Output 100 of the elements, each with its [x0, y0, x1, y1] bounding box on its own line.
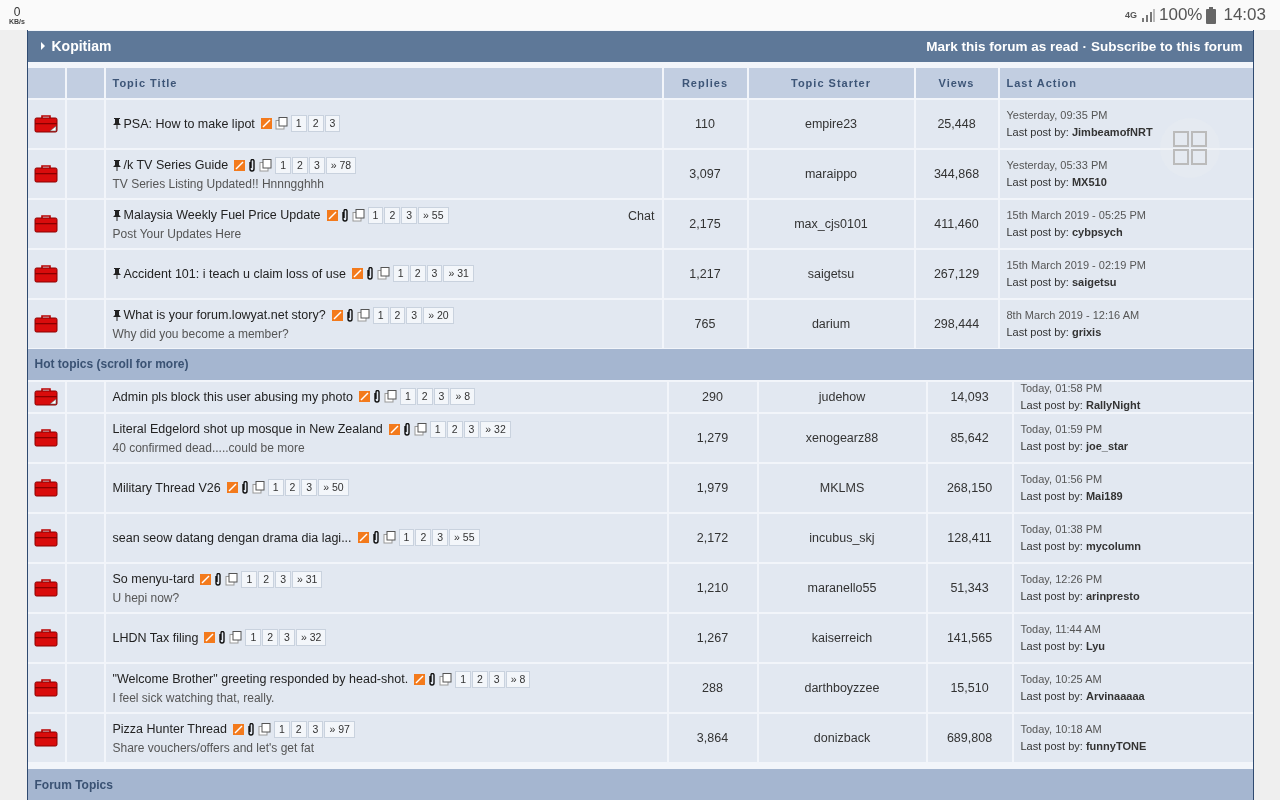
- mark-read-link[interactable]: Mark this forum as read: [926, 38, 1079, 54]
- new-post-icon[interactable]: [388, 423, 400, 435]
- topic-title-link[interactable]: /k TV Series Guide: [123, 158, 229, 173]
- topic-starter-link[interactable]: max_cjs0101: [748, 199, 914, 248]
- page-link[interactable]: 1: [267, 479, 284, 497]
- topic-title-link[interactable]: Malaysia Weekly Fuel Price Update: [123, 208, 321, 223]
- topic-starter-link[interactable]: darium: [748, 299, 914, 348]
- page-link[interactable]: 2: [415, 529, 432, 547]
- page-link[interactable]: 1: [399, 388, 416, 406]
- topic-starter-link[interactable]: donizback: [758, 713, 926, 762]
- new-post-icon[interactable]: [232, 723, 244, 735]
- topic-starter-link[interactable]: darthboyzzee: [758, 663, 926, 712]
- page-link[interactable]: 2: [416, 388, 433, 406]
- page-link[interactable]: 3: [275, 570, 291, 588]
- page-link[interactable]: » 78: [325, 156, 357, 174]
- column-header[interactable]: Last Action: [999, 67, 1253, 98]
- topic-starter-link[interactable]: saigetsu: [748, 249, 914, 298]
- page-link[interactable]: 3: [433, 388, 450, 406]
- column-header[interactable]: Replies: [663, 67, 747, 98]
- page-link[interactable]: 3: [488, 670, 505, 688]
- new-post-icon[interactable]: [414, 673, 426, 685]
- pages-icon: [225, 572, 239, 586]
- column-header[interactable]: Topic Starter: [748, 67, 914, 98]
- page-link[interactable]: 1: [429, 420, 446, 438]
- page-link[interactable]: » 31: [443, 265, 474, 283]
- topic-title-link[interactable]: Military Thread V26: [112, 480, 221, 495]
- page-link[interactable]: 1: [275, 156, 292, 174]
- page-link[interactable]: 1: [245, 629, 262, 647]
- topic-starter-link[interactable]: MKLMS: [758, 463, 926, 512]
- topic-starter-link[interactable]: maranello55: [758, 563, 926, 612]
- page-link[interactable]: 3: [279, 629, 295, 647]
- page-link[interactable]: 1: [392, 265, 409, 283]
- new-post-icon[interactable]: [351, 268, 363, 280]
- page-link[interactable]: 2: [389, 306, 406, 324]
- subscribe-link[interactable]: Subscribe to this forum: [1091, 38, 1243, 54]
- page-link[interactable]: 3: [401, 206, 418, 224]
- page-link[interactable]: » 20: [423, 306, 454, 324]
- topic-title-link[interactable]: Accident 101: i teach u claim loss of use: [123, 266, 346, 281]
- expand-arrow-icon[interactable]: [39, 42, 46, 51]
- page-link[interactable]: 3: [324, 115, 341, 133]
- page-link[interactable]: » 8: [505, 670, 531, 688]
- topic-title-link[interactable]: So menyu-tard: [112, 572, 195, 587]
- topic-title-link[interactable]: What is your forum.lowyat.net story?: [123, 308, 326, 323]
- page-link[interactable]: 3: [432, 529, 449, 547]
- page-link[interactable]: 2: [284, 479, 301, 497]
- page-link[interactable]: 3: [308, 156, 325, 174]
- page-link[interactable]: » 32: [295, 629, 327, 647]
- page-link[interactable]: 2: [409, 265, 426, 283]
- page-link[interactable]: 1: [455, 670, 471, 688]
- column-header[interactable]: Views: [915, 67, 998, 98]
- page-link[interactable]: 2: [307, 115, 324, 133]
- new-post-icon[interactable]: [226, 482, 238, 494]
- page-link[interactable]: 3: [406, 306, 423, 324]
- new-post-icon[interactable]: [200, 573, 212, 585]
- topic-title-link[interactable]: Literal Edgelord shot up mosque in New Zealand: [112, 422, 383, 437]
- page-link[interactable]: 1: [273, 720, 290, 738]
- page-link[interactable]: 3: [426, 265, 443, 283]
- page-link[interactable]: 1: [367, 206, 384, 224]
- page-link[interactable]: » 97: [324, 720, 355, 738]
- page-link[interactable]: 2: [262, 629, 279, 647]
- page-link[interactable]: 2: [384, 206, 401, 224]
- topic-title-link[interactable]: Admin pls block this user abusing my photo: [112, 389, 353, 404]
- topic-starter-link[interactable]: incubus_skj: [758, 513, 926, 562]
- topic-title-link[interactable]: Pizza Hunter Thread: [112, 722, 227, 737]
- page-link[interactable]: 2: [258, 570, 275, 588]
- column-header[interactable]: Topic Title: [105, 67, 662, 98]
- new-post-icon[interactable]: [260, 118, 272, 130]
- new-post-icon[interactable]: [358, 391, 370, 403]
- page-link[interactable]: 2: [446, 420, 463, 438]
- page-link[interactable]: 1: [241, 570, 258, 588]
- page-link[interactable]: » 55: [418, 206, 449, 224]
- page-link[interactable]: 2: [471, 670, 488, 688]
- page-link[interactable]: 3: [301, 479, 318, 497]
- topic-title-link[interactable]: "Welcome Brother" greeting responded by head-shot.: [112, 672, 409, 687]
- new-post-icon[interactable]: [204, 632, 216, 644]
- page-link[interactable]: 3: [463, 420, 480, 438]
- page-link[interactable]: » 50: [318, 479, 349, 497]
- topic-starter-link[interactable]: empire23: [748, 99, 914, 148]
- new-post-icon[interactable]: [234, 159, 246, 171]
- pages-icon: [376, 267, 390, 281]
- page-link[interactable]: 1: [398, 529, 415, 547]
- topic-title-link[interactable]: sean seow datang dengan drama dia lagi...: [112, 530, 352, 545]
- topic-starter-link[interactable]: kaiserreich: [758, 613, 926, 662]
- page-link[interactable]: 3: [307, 720, 324, 738]
- page-link[interactable]: » 8: [450, 388, 476, 406]
- page-link[interactable]: » 55: [449, 529, 480, 547]
- topic-title-link[interactable]: PSA: How to make lipot: [123, 116, 255, 131]
- topic-starter-link[interactable]: xenogearz88: [758, 413, 926, 462]
- new-post-icon[interactable]: [331, 309, 343, 321]
- page-link[interactable]: 2: [292, 156, 308, 174]
- page-link[interactable]: » 32: [480, 420, 511, 438]
- page-link[interactable]: » 31: [292, 570, 323, 588]
- page-link[interactable]: 1: [372, 306, 389, 324]
- new-post-icon[interactable]: [357, 532, 369, 544]
- topic-starter-link[interactable]: judehow: [758, 381, 926, 412]
- page-link[interactable]: 1: [290, 115, 307, 133]
- page-link[interactable]: 2: [290, 720, 307, 738]
- topic-starter-link[interactable]: maraippo: [748, 149, 914, 198]
- new-post-icon[interactable]: [326, 209, 338, 221]
- topic-title-link[interactable]: LHDN Tax filing: [112, 630, 199, 645]
